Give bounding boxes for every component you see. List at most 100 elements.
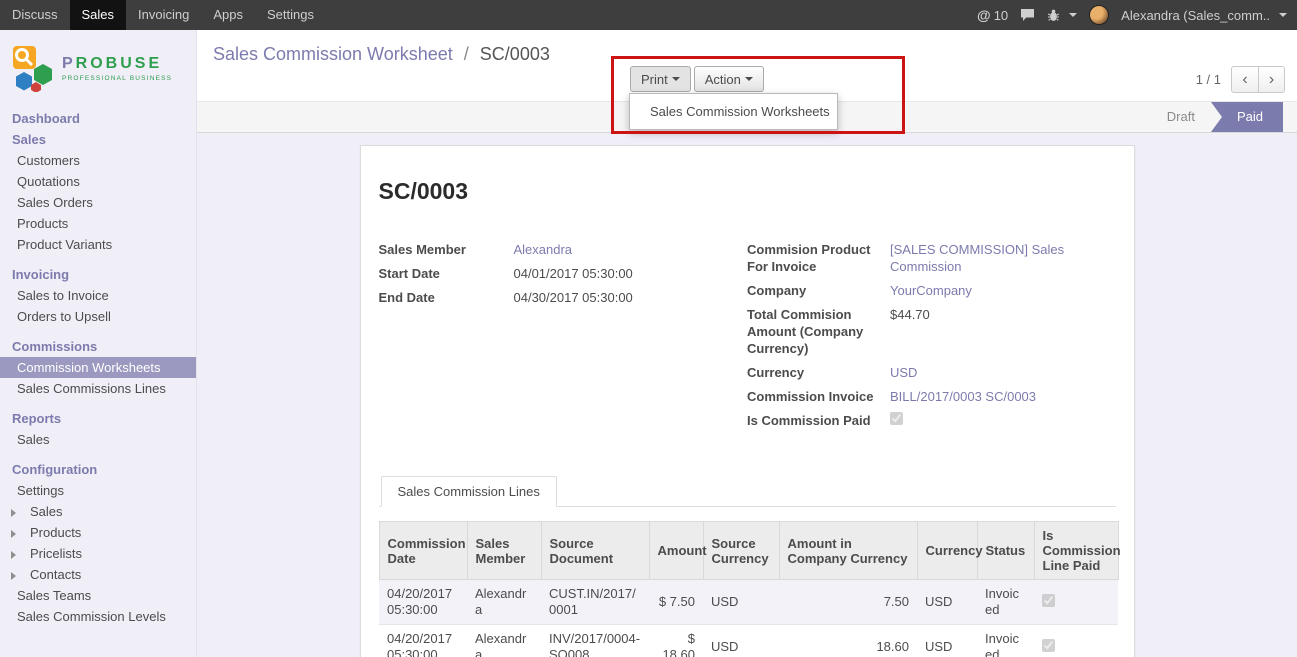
menu-sales[interactable]: Sales	[70, 0, 127, 30]
sidebar-item-config-contacts[interactable]: Contacts	[0, 564, 196, 585]
cell-status: Invoiced	[977, 625, 1034, 657]
end-date-value: 04/30/2017 05:30:00	[514, 289, 633, 306]
sidebar-section-configuration[interactable]: Configuration	[0, 459, 196, 480]
col-status[interactable]: Status	[977, 522, 1034, 580]
company-link[interactable]: YourCompany	[890, 282, 972, 299]
tab-sales-commission-lines[interactable]: Sales Commission Lines	[381, 476, 557, 507]
cell-paid	[1034, 580, 1118, 625]
mentions-counter[interactable]: @ 10	[977, 7, 1008, 23]
sidebar-section-sales[interactable]: Sales	[0, 129, 196, 150]
next-page-button[interactable]: ›	[1258, 66, 1285, 93]
stage-paid[interactable]: Paid	[1211, 102, 1283, 132]
table-header-row: Commission Date Sales Member Source Docu…	[379, 522, 1118, 580]
breadcrumb-current: SC/0003	[480, 44, 550, 64]
debug-menu[interactable]	[1047, 9, 1077, 22]
field-label: Total Commision Amount (Company Currency…	[747, 306, 890, 357]
col-commission-date[interactable]: Commission Date	[379, 522, 467, 580]
chevron-down-icon	[745, 77, 753, 85]
line-paid-checkbox	[1042, 594, 1055, 607]
user-menu[interactable]: Alexandra (Sales_comm..	[1121, 8, 1287, 23]
control-panel: Sales Commission Worksheet / SC/0003 Pri…	[197, 30, 1297, 101]
sidebar-item-config-products[interactable]: Products	[0, 522, 196, 543]
messages-icon[interactable]	[1020, 8, 1035, 22]
print-button[interactable]: Print	[630, 66, 691, 92]
brand-logo: PROBUSE PROFESSIONAL BUSINESS	[0, 30, 196, 102]
sales-member-link[interactable]: Alexandra	[514, 241, 573, 258]
brand-tagline: PROFESSIONAL BUSINESS	[62, 75, 172, 82]
cell-currency: USD	[917, 625, 977, 657]
sidebar-item-sales-commission-levels[interactable]: Sales Commission Levels	[0, 606, 196, 627]
sidebar-section-reports[interactable]: Reports	[0, 408, 196, 429]
field-label: Company	[747, 282, 890, 299]
currency-link[interactable]: USD	[890, 364, 917, 381]
cell-paid	[1034, 625, 1118, 657]
avatar[interactable]	[1089, 5, 1109, 25]
cell-currency: USD	[917, 580, 977, 625]
print-dropdown-menu: Sales Commission Worksheets	[629, 93, 838, 130]
sidebar-item-orders-to-upsell[interactable]: Orders to Upsell	[0, 306, 196, 327]
col-is-commission-line-paid[interactable]: Is Commission Line Paid	[1034, 522, 1118, 580]
field-label: Start Date	[379, 265, 514, 282]
col-source-document[interactable]: Source Document	[541, 522, 649, 580]
menu-discuss[interactable]: Discuss	[0, 0, 70, 30]
line-paid-checkbox	[1042, 639, 1055, 652]
field-currency: Currency USD	[747, 364, 1116, 381]
table-row[interactable]: 04/20/2017 05:30:00 Alexandra CUST.IN/20…	[379, 580, 1118, 625]
menu-invoicing[interactable]: Invoicing	[126, 0, 201, 30]
table-row[interactable]: 04/20/2017 05:30:00 Alexandra INV/2017/0…	[379, 625, 1118, 657]
col-sales-member[interactable]: Sales Member	[467, 522, 541, 580]
sidebar-item-dashboard[interactable]: Dashboard	[0, 108, 196, 129]
sidebar-item-products[interactable]: Products	[0, 213, 196, 234]
field-label: Commission Invoice	[747, 388, 890, 405]
sidebar-item-quotations[interactable]: Quotations	[0, 171, 196, 192]
pager: 1 / 1 ‹ ›	[1196, 66, 1285, 93]
cell-doc: CUST.IN/2017/0001	[541, 580, 649, 625]
sidebar-item-sales-orders[interactable]: Sales Orders	[0, 192, 196, 213]
sidebar-item-reports-sales[interactable]: Sales	[0, 429, 196, 450]
previous-page-button[interactable]: ‹	[1231, 66, 1258, 93]
col-source-currency[interactable]: Source Currency	[703, 522, 779, 580]
commission-lines-table: Commission Date Sales Member Source Docu…	[379, 521, 1119, 657]
menu-item-sales-commission-worksheets[interactable]: Sales Commission Worksheets	[630, 98, 837, 125]
col-amount[interactable]: Amount	[649, 522, 703, 580]
stage-draft[interactable]: Draft	[1151, 102, 1211, 132]
breadcrumb-parent-link[interactable]: Sales Commission Worksheet	[213, 44, 453, 64]
menu-settings[interactable]: Settings	[255, 0, 326, 30]
sidebar-item-product-variants[interactable]: Product Variants	[0, 234, 196, 255]
brand-name: PROBUSE	[62, 55, 172, 73]
sidebar-item-commission-worksheets[interactable]: Commission Worksheets	[0, 357, 196, 378]
chevron-down-icon	[1069, 13, 1077, 21]
sidebar-item-sales-to-invoice[interactable]: Sales to Invoice	[0, 285, 196, 306]
sidebar-item-settings[interactable]: Settings	[0, 480, 196, 501]
field-label: Commision Product For Invoice	[747, 241, 890, 275]
col-currency[interactable]: Currency	[917, 522, 977, 580]
form-view: SC/0003 Sales Member Alexandra Start Dat…	[197, 133, 1297, 657]
sidebar-section-commissions[interactable]: Commissions	[0, 336, 196, 357]
notebook-tabs: Sales Commission Lines	[379, 476, 1116, 507]
commission-product-link[interactable]: [SALES COMMISSION] Sales Commission	[890, 241, 1115, 275]
menu-apps[interactable]: Apps	[201, 0, 255, 30]
sidebar-item-sales-commissions-lines[interactable]: Sales Commissions Lines	[0, 378, 196, 399]
cell-doc: INV/2017/0004-SO008	[541, 625, 649, 657]
field-label: End Date	[379, 289, 514, 306]
action-button[interactable]: Action	[694, 66, 764, 92]
field-label: Is Commission Paid	[747, 412, 890, 429]
col-amount-company-currency[interactable]: Amount in Company Currency	[779, 522, 917, 580]
chevron-left-icon: ‹	[1242, 71, 1247, 88]
sidebar-item-sales-teams[interactable]: Sales Teams	[0, 585, 196, 606]
app-menu: Discuss Sales Invoicing Apps Settings	[0, 0, 326, 30]
commission-invoice-link[interactable]: BILL/2017/0003 SC/0003	[890, 388, 1036, 405]
sidebar-item-label: Pricelists	[30, 546, 82, 561]
sidebar-item-customers[interactable]: Customers	[0, 150, 196, 171]
user-name: Alexandra (Sales_comm..	[1121, 8, 1270, 23]
field-start-date: Start Date 04/01/2017 05:30:00	[379, 265, 748, 282]
sidebar-item-config-pricelists[interactable]: Pricelists	[0, 543, 196, 564]
chevron-right-icon: ›	[1269, 71, 1274, 88]
sidebar-item-config-sales[interactable]: Sales	[0, 501, 196, 522]
sidebar-item-label: Contacts	[30, 567, 81, 582]
field-label: Sales Member	[379, 241, 514, 258]
field-groups: Sales Member Alexandra Start Date 04/01/…	[379, 241, 1116, 436]
sidebar: PROBUSE PROFESSIONAL BUSINESS Dashboard …	[0, 30, 197, 657]
total-commission-amount-value: $44.70	[890, 306, 930, 323]
sidebar-section-invoicing[interactable]: Invoicing	[0, 264, 196, 285]
